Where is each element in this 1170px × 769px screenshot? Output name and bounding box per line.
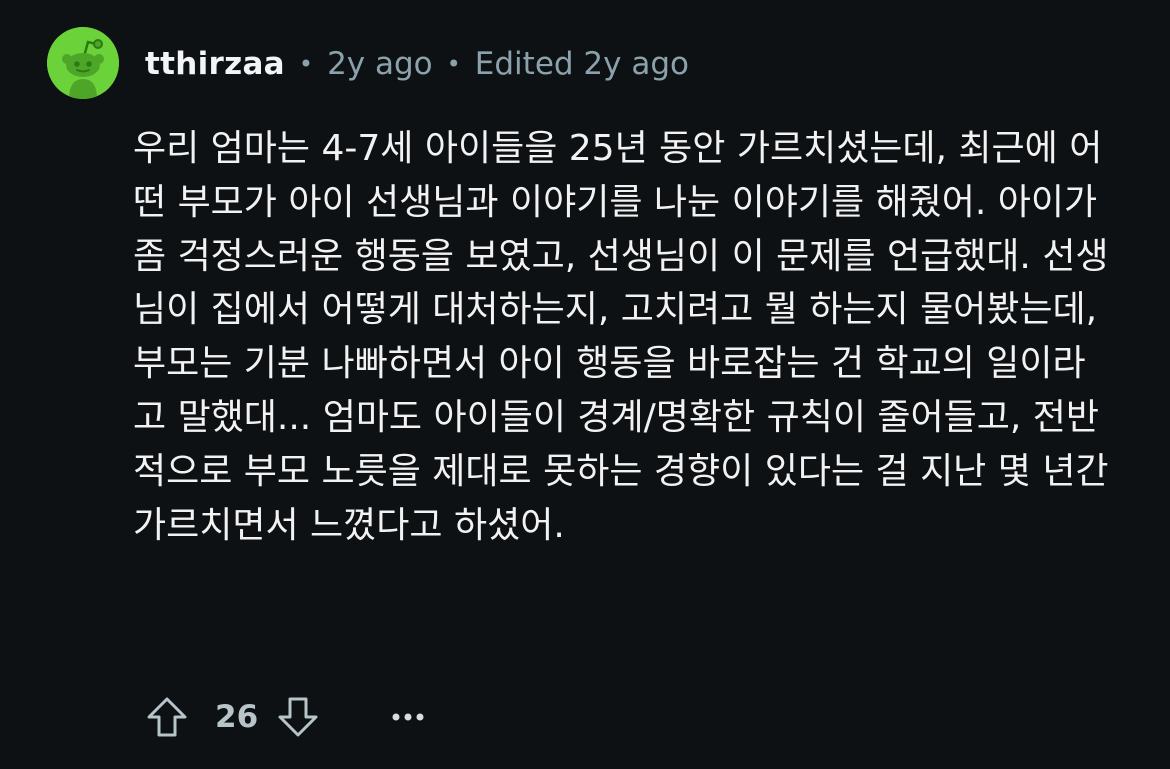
post-time[interactable]: 2y ago: [327, 46, 433, 82]
more-options-icon: [392, 713, 424, 721]
edited-label: Edited 2y ago: [474, 46, 689, 82]
downvote-button[interactable]: [274, 693, 322, 741]
comment: tthirzaa • 2y ago • Edited 2y ago 우리 엄마는…: [0, 0, 1170, 769]
upvote-arrow-icon: [147, 697, 187, 737]
comment-meta: tthirzaa • 2y ago • Edited 2y ago: [145, 40, 689, 88]
meta-separator: •: [446, 50, 461, 78]
comment-body: 우리 엄마는 4-7세 아이들을 25년 동안 가르치셨는데, 최근에 어떤 부…: [133, 128, 1109, 546]
snoo-icon: [47, 27, 119, 99]
meta-separator: •: [298, 50, 314, 78]
upvote-button[interactable]: [143, 693, 191, 741]
user-avatar-icon[interactable]: [47, 27, 119, 99]
comment-actions: 26: [143, 690, 428, 744]
username[interactable]: tthirzaa: [145, 46, 285, 82]
downvote-arrow-icon: [278, 697, 318, 737]
vote-score: 26: [215, 699, 259, 735]
more-options-button[interactable]: [388, 693, 428, 741]
